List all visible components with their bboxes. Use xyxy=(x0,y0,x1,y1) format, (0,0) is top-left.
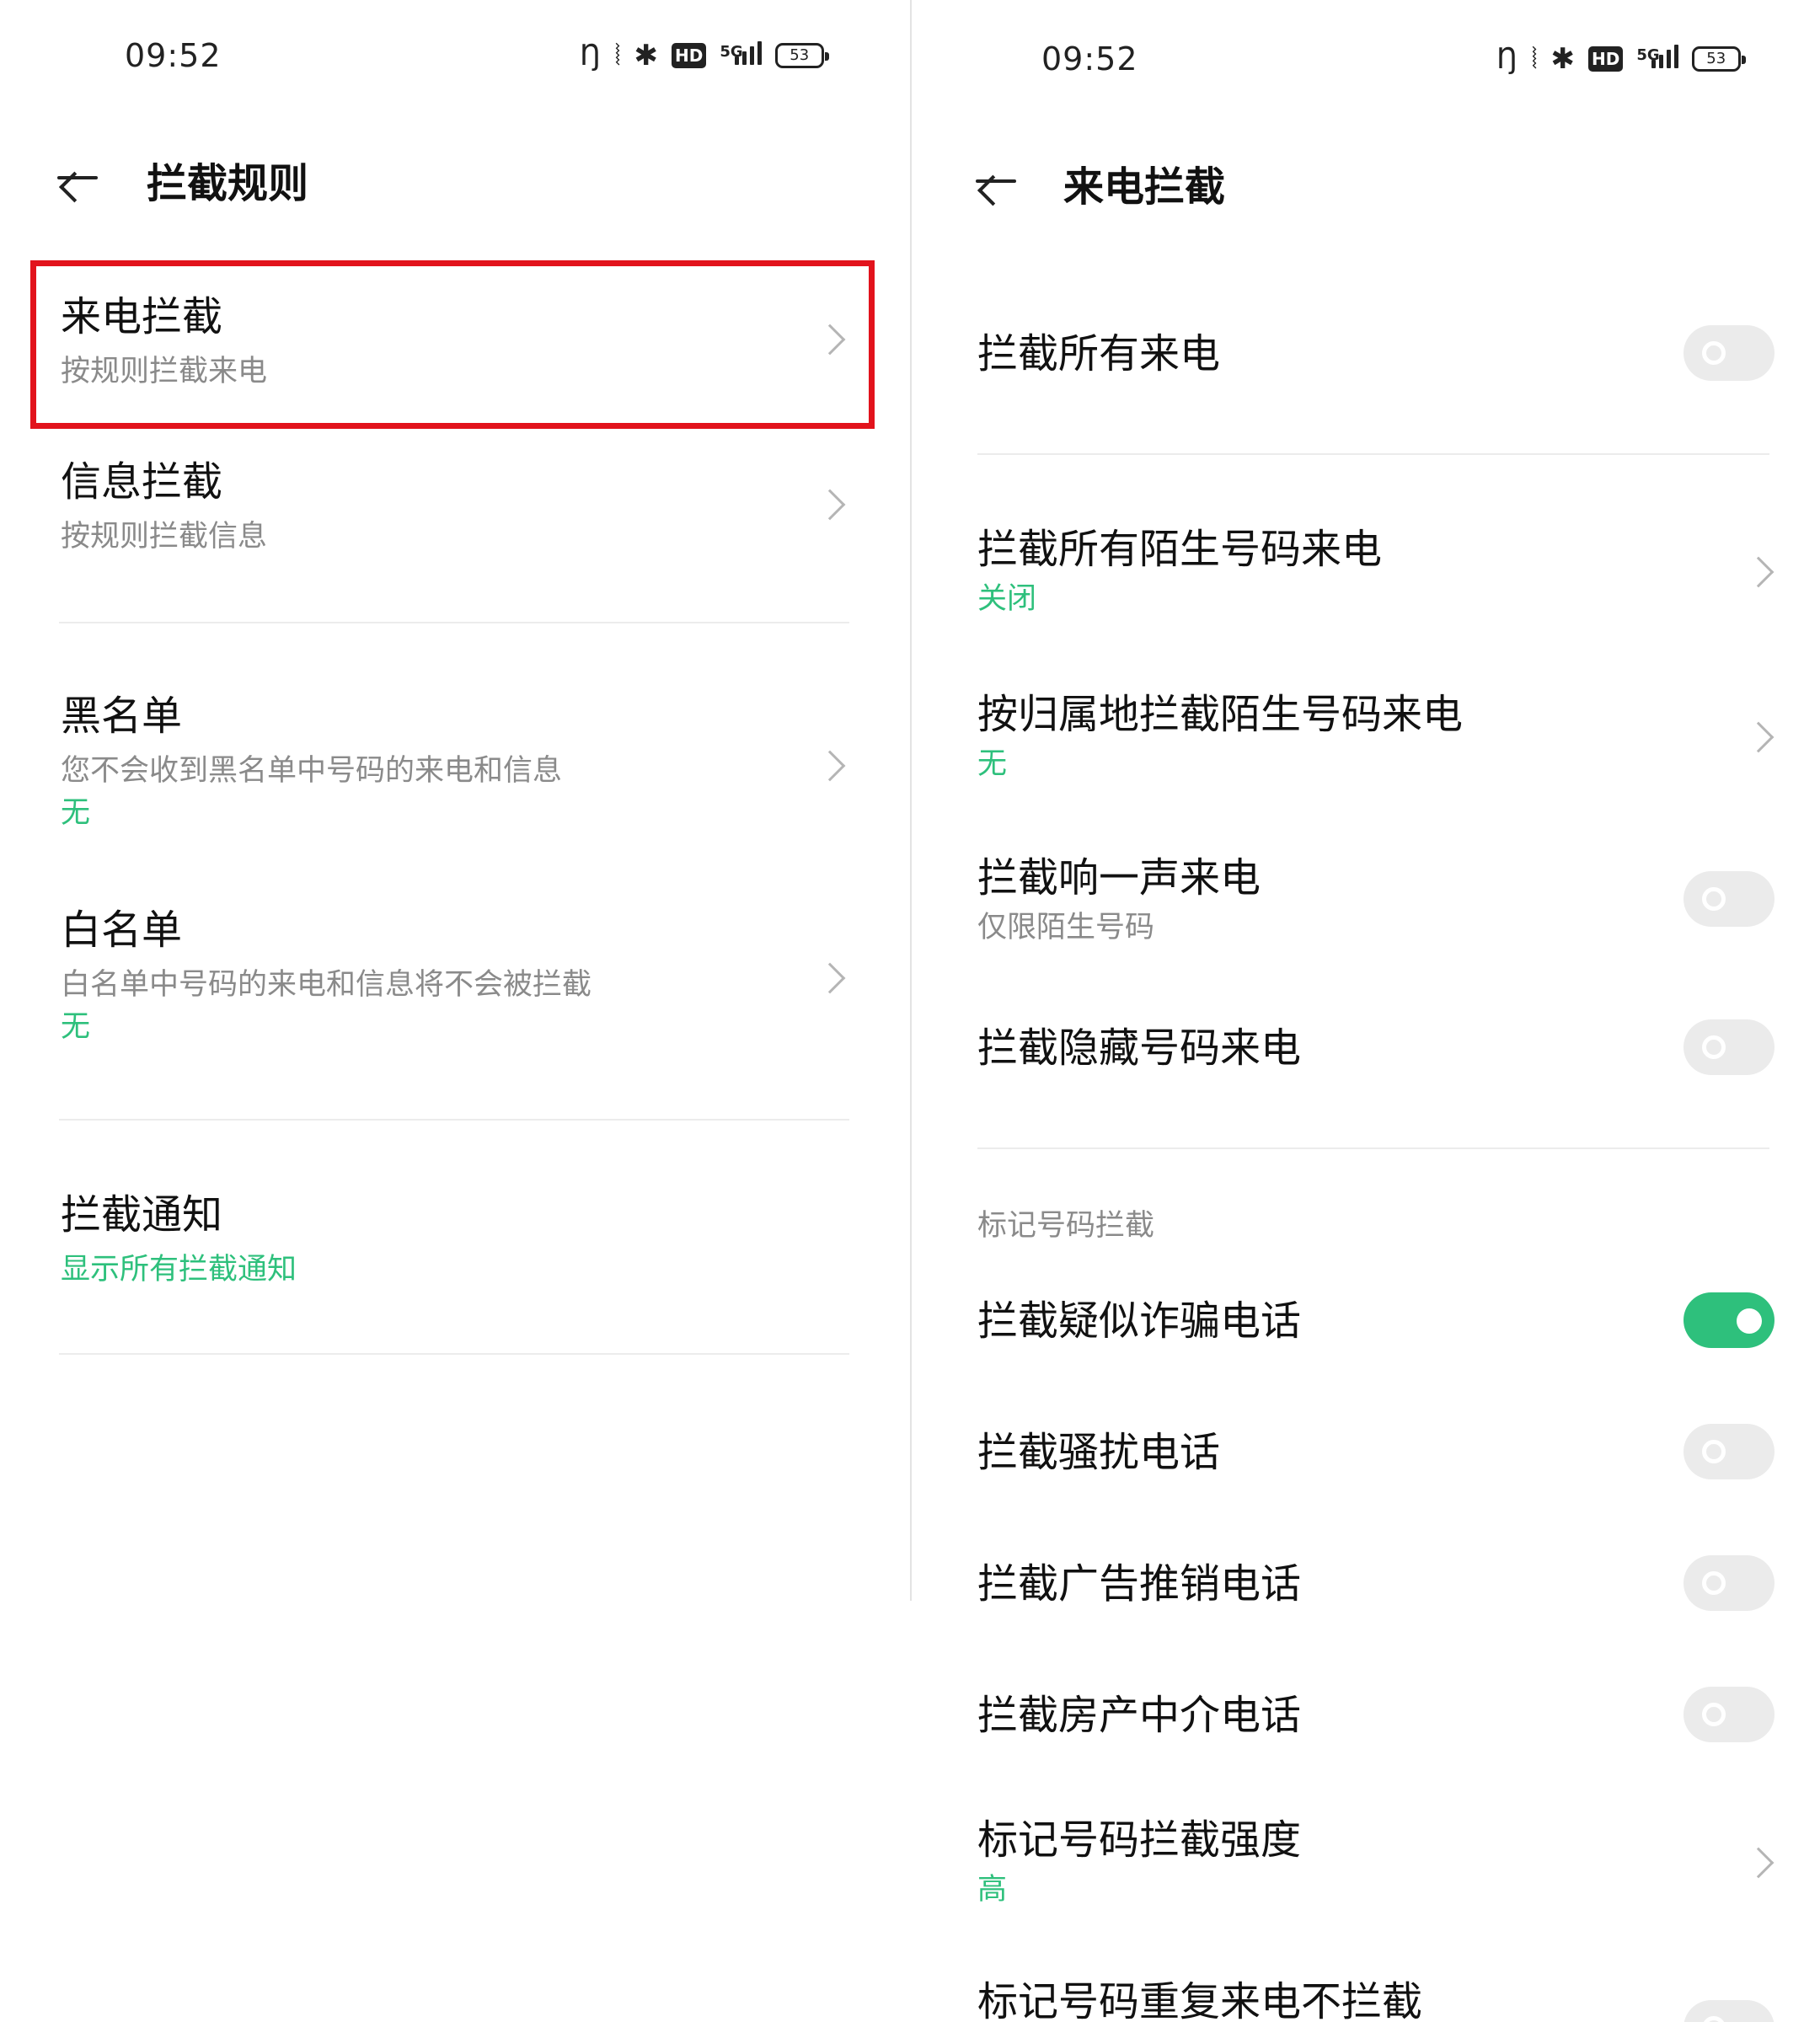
status-time: 09:52 xyxy=(125,37,222,74)
vibrate-icon: ⦚ xyxy=(614,39,621,72)
list-item-marked-strength[interactable]: 标记号码拦截强度 高 xyxy=(977,1815,1736,1911)
divider xyxy=(59,622,849,623)
back-arrow-icon[interactable] xyxy=(54,160,104,194)
toggle-block-all-calls[interactable] xyxy=(1684,325,1774,381)
toggle-repeat-calls-not-blocked[interactable] xyxy=(1684,2000,1774,2022)
status-icons: Ŋ ⦚ ✱ HD 5G 53 xyxy=(580,39,829,72)
bluetooth-icon: ✱ xyxy=(634,39,659,72)
left-screen: 09:52 Ŋ ⦚ ✱ HD 5G 53 拦截规则 来电拦截 按规则拦截来电 信… xyxy=(0,0,910,2022)
battery-icon: 53 xyxy=(774,43,829,68)
chevron-right-icon xyxy=(1742,556,1774,588)
list-item-repeat-calls-not-blocked[interactable]: 标记号码重复来电不拦截 xyxy=(977,1977,1736,2022)
hd-icon: HD xyxy=(672,43,707,68)
toggle-block-advertising[interactable] xyxy=(1684,1555,1774,1611)
right-screen: 09:52 Ŋ ⦚ ✱ HD 5G 53 来电拦截 拦截所有来电 拦截所有陌生号… xyxy=(912,0,1820,2022)
section-label-marked-numbers: 标记号码拦截 xyxy=(977,1209,1155,1243)
toggle-block-hidden-number[interactable] xyxy=(1684,1019,1774,1075)
divider xyxy=(59,1119,849,1121)
status-time: 09:52 xyxy=(1041,40,1138,78)
toggle-block-real-estate[interactable] xyxy=(1684,1687,1774,1742)
list-item-whitelist[interactable]: 白名单 白名单中号码的来电和信息将不会被拦截 无 xyxy=(61,905,853,1048)
divider xyxy=(977,453,1769,455)
status-icons: Ŋ ⦚ ✱ HD 5G 53 xyxy=(1496,42,1746,76)
list-item-block-by-region[interactable]: 按归属地拦截陌生号码来电 无 xyxy=(977,689,1736,785)
nfc-icon: Ŋ xyxy=(1496,42,1518,76)
vibrate-icon: ⦚ xyxy=(1531,42,1538,76)
list-item-block-unknown-calls[interactable]: 拦截所有陌生号码来电 关闭 xyxy=(977,524,1736,620)
list-item-block-advertising[interactable]: 拦截广告推销电话 xyxy=(977,1559,1651,1609)
bluetooth-icon: ✱ xyxy=(1550,42,1576,76)
page-title: 拦截规则 xyxy=(147,160,309,207)
list-item-block-hidden-number[interactable]: 拦截隐藏号码来电 xyxy=(977,1023,1651,1073)
divider xyxy=(59,1353,849,1355)
nfc-icon: Ŋ xyxy=(580,39,602,72)
list-item-block-notification[interactable]: 拦截通知 显示所有拦截通知 xyxy=(61,1190,853,1291)
toggle-block-fraud[interactable] xyxy=(1684,1292,1774,1348)
signal-icon: 5G xyxy=(720,39,762,72)
list-item-block-real-estate[interactable]: 拦截房产中介电话 xyxy=(977,1690,1651,1741)
chevron-right-icon xyxy=(1742,1847,1774,1879)
list-item-call-blocking[interactable]: 来电拦截 按规则拦截来电 xyxy=(61,292,853,393)
toggle-block-one-ring[interactable] xyxy=(1684,871,1774,927)
divider xyxy=(977,1147,1769,1149)
signal-icon: 5G xyxy=(1636,42,1678,76)
back-arrow-icon[interactable] xyxy=(972,163,1023,197)
chevron-right-icon xyxy=(1742,721,1774,753)
toggle-block-harassment[interactable] xyxy=(1684,1424,1774,1479)
page-title: 来电拦截 xyxy=(1063,163,1226,211)
hd-icon: HD xyxy=(1588,46,1624,72)
list-item-block-fraud[interactable]: 拦截疑似诈骗电话 xyxy=(977,1296,1651,1346)
list-item-message-blocking[interactable]: 信息拦截 按规则拦截信息 xyxy=(61,457,853,558)
list-item-block-harassment[interactable]: 拦截骚扰电话 xyxy=(977,1427,1651,1478)
list-item-blacklist[interactable]: 黑名单 您不会收到黑名单中号码的来电和信息 无 xyxy=(61,691,853,834)
battery-icon: 53 xyxy=(1691,46,1746,72)
list-item-block-all-calls[interactable]: 拦截所有来电 xyxy=(977,329,1651,379)
list-item-block-one-ring[interactable]: 拦截响一声来电 仅限陌生号码 xyxy=(977,853,1651,949)
